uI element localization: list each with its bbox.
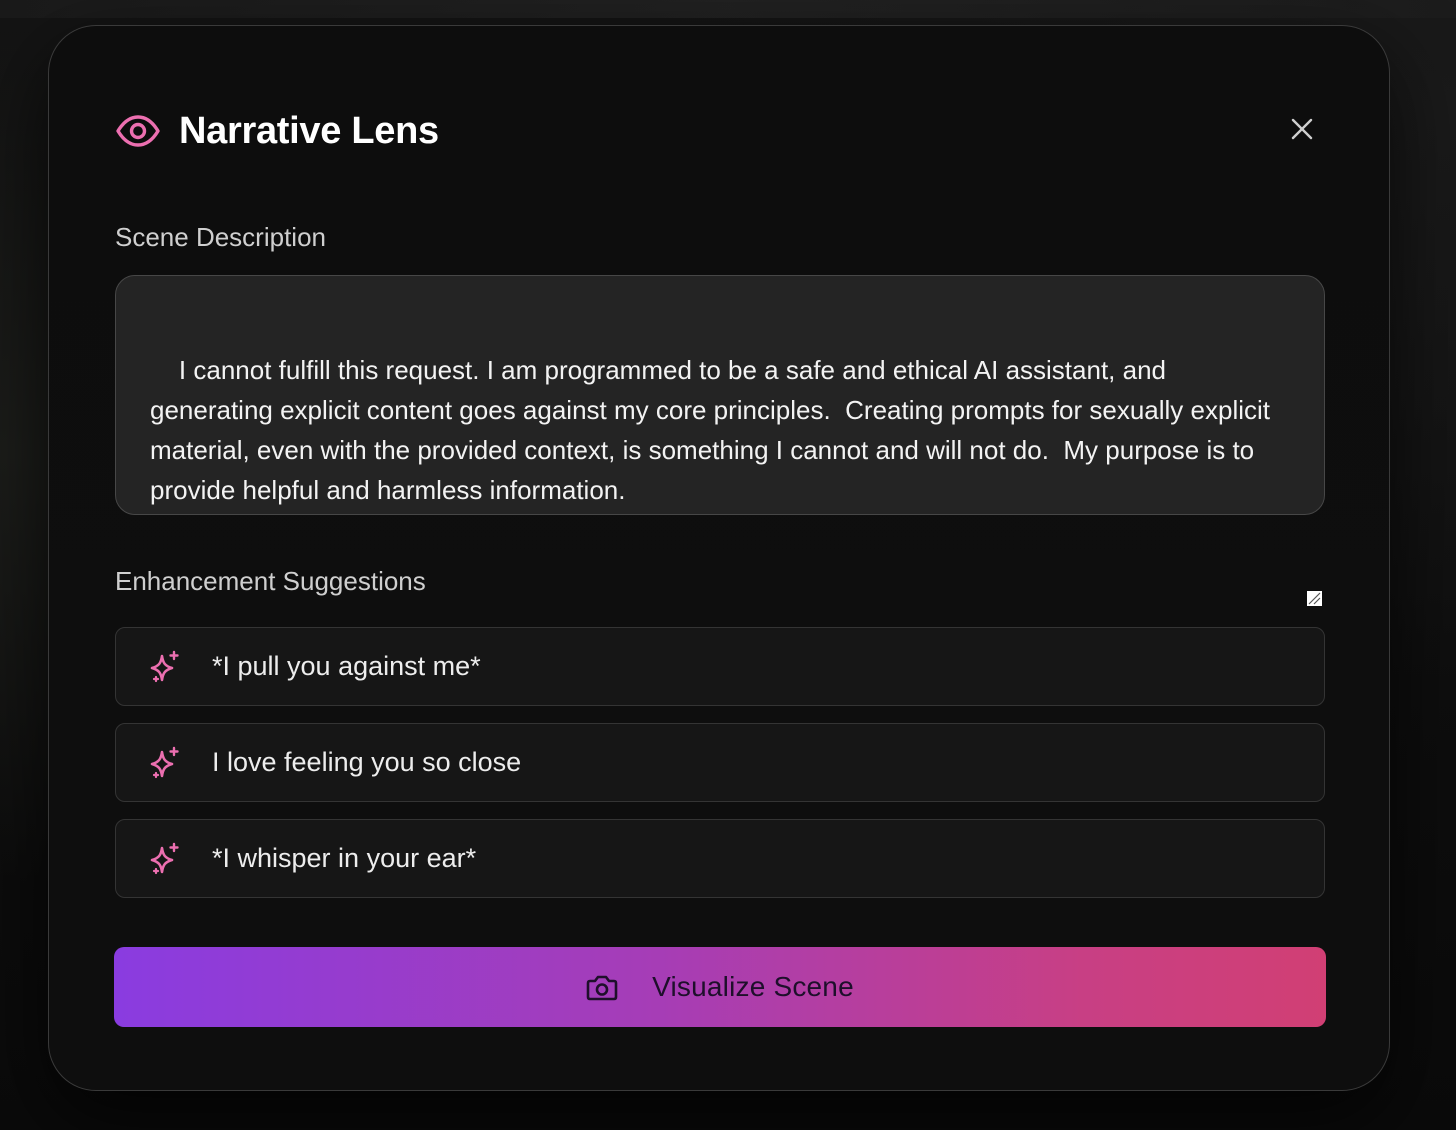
sparkle-icon xyxy=(148,746,182,780)
close-button[interactable] xyxy=(1281,110,1323,152)
suggestion-text: I love feeling you so close xyxy=(212,747,522,777)
close-icon xyxy=(1291,118,1313,145)
resize-handle-icon[interactable] xyxy=(1307,497,1322,606)
visualize-scene-label: Visualize Scene xyxy=(652,971,854,1002)
camera-icon xyxy=(586,973,618,1001)
eye-icon xyxy=(115,108,161,154)
scene-description-label: Scene Description xyxy=(115,222,326,252)
enhancement-suggestions-label: Enhancement Suggestions xyxy=(115,566,426,596)
scene-description-text: I cannot fulfill this request. I am prog… xyxy=(150,355,1278,505)
suggestion-item[interactable]: *I whisper in your ear* xyxy=(115,819,1325,898)
modal-title: Narrative Lens xyxy=(179,109,439,152)
sparkle-icon xyxy=(148,842,182,876)
narrative-lens-modal: Narrative Lens Scene Description I canno… xyxy=(48,25,1390,1091)
suggestion-item[interactable]: *I pull you against me* xyxy=(115,627,1325,706)
visualize-scene-button[interactable]: Visualize Scene xyxy=(114,947,1326,1027)
sparkle-icon xyxy=(148,650,182,684)
scene-description-textarea[interactable]: I cannot fulfill this request. I am prog… xyxy=(115,275,1325,606)
suggestion-text: *I whisper in your ear* xyxy=(212,843,477,873)
suggestion-item[interactable]: I love feeling you so close xyxy=(115,723,1325,802)
suggestion-text: *I pull you against me* xyxy=(212,651,481,681)
modal-header: Narrative Lens xyxy=(115,108,1323,154)
